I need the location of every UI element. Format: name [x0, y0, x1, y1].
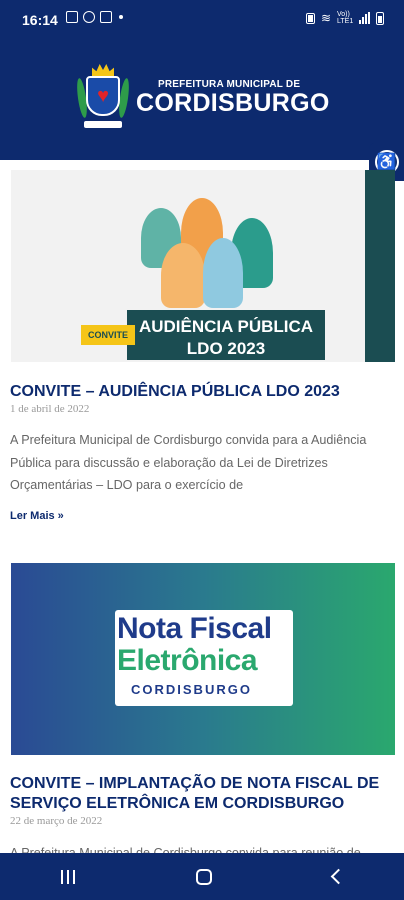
post-title[interactable]: CONVITE – IMPLANTAÇÃO DE NOTA FISCAL DE …: [10, 774, 394, 814]
logo-line2: CORDISBURGO: [136, 88, 330, 117]
battery-saver-icon: [305, 12, 315, 24]
site-header: ♥ PREFEITURA MUNICIPAL DE CORDISBURGO: [0, 40, 404, 160]
post-image[interactable]: Nota Fiscal Eletrônica CORDISBURGO: [11, 563, 395, 755]
nota-fiscal-line1: Nota Fiscal: [117, 612, 272, 645]
read-more-link[interactable]: Ler Mais »: [10, 510, 64, 522]
post-date: 1 de abril de 2022: [10, 403, 90, 415]
status-notification-icons: [66, 11, 123, 23]
post-title[interactable]: CONVITE – AUDIÊNCIA PÚBLICA LDO 2023: [10, 382, 394, 402]
post-image[interactable]: AUDIÊNCIA PÚBLICA LDO 2023 CONVITE: [11, 170, 395, 362]
nota-fiscal-line2: Eletrônica: [117, 644, 258, 677]
system-nav-bar: [0, 853, 404, 900]
nota-fiscal-line3: CORDISBURGO: [131, 682, 252, 697]
gallery-icon: [66, 11, 78, 23]
status-time: 16:14: [22, 12, 58, 28]
signal-icon: [359, 12, 370, 24]
back-icon[interactable]: [330, 868, 347, 885]
site-logo[interactable]: ♥ PREFEITURA MUNICIPAL DE CORDISBURGO: [75, 64, 330, 130]
post-date: 22 de março de 2022: [10, 815, 103, 827]
nota-fiscal-logo: Nota Fiscal Eletrônica CORDISBURGO: [115, 610, 293, 706]
network-label: Vo)) LTE1: [337, 11, 354, 25]
home-icon[interactable]: [196, 868, 213, 885]
post-image-tag: CONVITE: [81, 325, 135, 345]
post-image-banner: AUDIÊNCIA PÚBLICA LDO 2023: [127, 310, 325, 360]
people-illustration-icon: [121, 188, 301, 308]
status-bar: 16:14 ≋ Vo)) LTE1: [0, 0, 404, 40]
post-excerpt: A Prefeitura Municipal de Cordisburgo co…: [10, 846, 361, 853]
coat-of-arms-icon: ♥: [75, 64, 131, 130]
battery-icon: [376, 11, 384, 25]
status-system-icons: ≋ Vo)) LTE1: [305, 11, 384, 25]
wifi-icon: ≋: [320, 11, 331, 25]
whatsapp-icon: [83, 11, 95, 23]
logo-line1: PREFEITURA MUNICIPAL DE: [158, 78, 301, 90]
post-excerpt: A Prefeitura Municipal de Cordisburgo co…: [10, 433, 367, 493]
mail-icon: [100, 11, 112, 23]
recent-apps-icon[interactable]: [60, 869, 76, 884]
more-notifications-icon: [119, 15, 123, 19]
